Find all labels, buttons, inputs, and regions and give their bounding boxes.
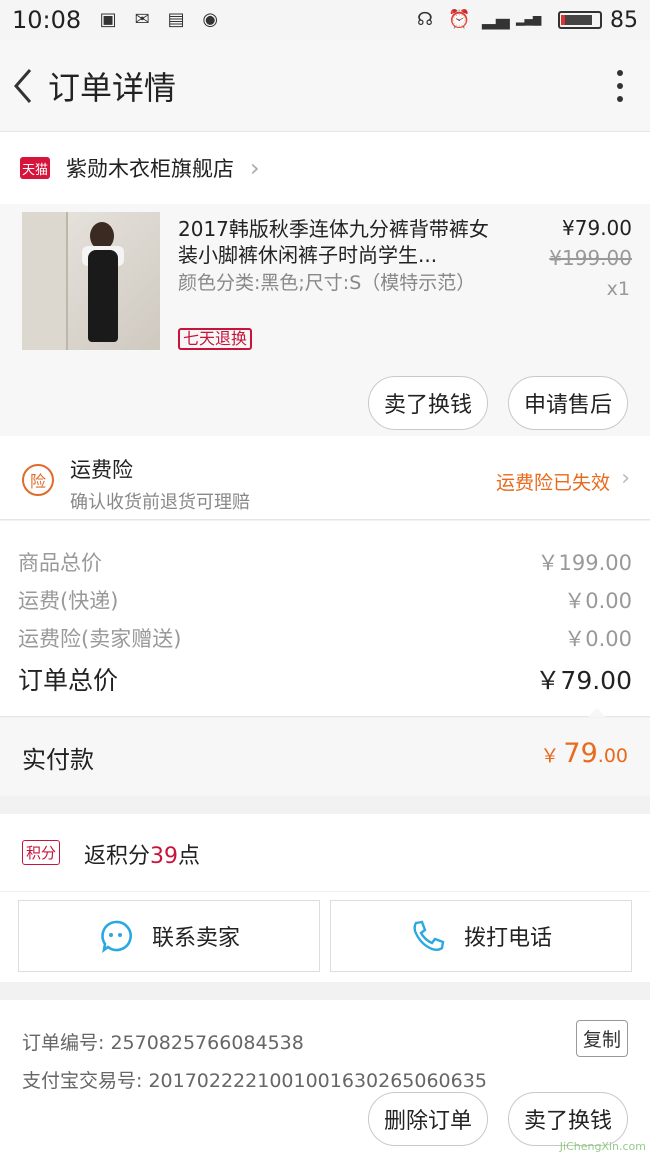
chevron-left-icon <box>14 68 32 103</box>
summary-row: 运费险(卖家赠送) ￥0.00 <box>18 623 632 653</box>
status-time: 10:08 <box>12 6 82 34</box>
headset-icon: ☊ <box>417 9 433 30</box>
battery-icon <box>558 11 602 29</box>
product-spec: 颜色分类:黑色;尺寸:S（模特示范） <box>178 272 476 294</box>
order-total-label: 订单总价 <box>18 666 119 695</box>
phone-icon <box>413 920 445 951</box>
image-icon: ▣ <box>99 9 117 30</box>
summary-value: ￥199.00 <box>537 551 632 575</box>
nav-bar: 订单详情 <box>0 40 650 132</box>
battery-level: 85 <box>610 7 638 33</box>
more-dot <box>617 69 623 76</box>
alarm-icon: ⏰ <box>448 9 471 30</box>
contact-seller-label: 联系卖家 <box>151 926 240 951</box>
summary-label: 运费险(卖家赠送) <box>18 627 182 651</box>
call-phone-label: 拨打电话 <box>463 926 552 951</box>
summary-value: ￥0.00 <box>564 589 632 613</box>
order-total-row: 订单总价 ￥79.00 <box>18 661 632 697</box>
page-title: 订单详情 <box>48 68 177 107</box>
shop-name: 紫勋木衣柜旗舰店 <box>66 157 234 181</box>
paid-currency: ￥ <box>540 745 560 767</box>
paid-integer: 79 <box>563 738 598 769</box>
insurance-subtitle: 确认收货前退货可理赔 <box>70 492 250 513</box>
watermark: JiChengXin.com <box>559 1140 646 1153</box>
after-sale-button[interactable]: 申请售后 <box>508 376 628 430</box>
product-original-price: ¥199.00 <box>549 246 632 270</box>
aperture-icon: ◉ <box>202 9 219 30</box>
shipping-insurance-row[interactable]: 险 运费险 确认收货前退货可理赔 运费险已失效 › <box>0 436 650 520</box>
order-info: 订单编号: 2570825766084538 复制 支付宝交易号: 201702… <box>0 1000 650 1155</box>
summary-label: 运费(快递) <box>18 589 119 613</box>
contact-row: 联系卖家 拨打电话 <box>0 892 650 982</box>
back-button[interactable] <box>0 40 46 132</box>
delete-order-button[interactable]: 删除订单 <box>368 1092 488 1146</box>
points-row: 积分 返积分39点 <box>0 814 650 892</box>
seven-day-return-badge: 七天退换 <box>178 328 253 350</box>
bottom-sell-button[interactable]: 卖了换钱 <box>508 1092 628 1146</box>
chevron-right-icon: › <box>621 466 630 491</box>
paid-decimal: .00 <box>597 745 628 767</box>
paid-amount-row: 实付款 ￥ 79.00 <box>0 718 650 796</box>
points-tag: 积分 <box>22 840 61 865</box>
order-total-value: ￥79.00 <box>535 666 632 695</box>
mail-icon: ✉ <box>134 9 150 30</box>
alipay-transaction-number: 支付宝交易号: 2017022221001001630265060635 <box>22 1070 487 1092</box>
product-image[interactable] <box>22 212 160 350</box>
insurance-status: 运费险已失效 <box>495 472 610 494</box>
more-dot <box>617 82 623 89</box>
product-price: ¥79.00 <box>562 216 632 240</box>
copy-button[interactable]: 复制 <box>575 1020 628 1057</box>
chat-bubble-icon <box>101 920 132 953</box>
insurance-title: 运费险 <box>70 458 133 482</box>
points-number: 39 <box>150 844 179 869</box>
price-summary: 商品总价 ￥199.00 运费(快递) ￥0.00 运费险(卖家赠送) ￥0.0… <box>0 521 650 717</box>
paid-label: 实付款 <box>22 746 94 774</box>
order-number: 订单编号: 2570825766084538 <box>22 1032 304 1054</box>
points-suffix: 点 <box>178 844 201 869</box>
summary-row: 运费(快递) ￥0.00 <box>18 585 632 615</box>
call-phone-button[interactable]: 拨打电话 <box>330 900 632 972</box>
order-item: 2017韩版秋季连体九分裤背带裤女装小脚裤休闲裤子时尚学生... 颜色分类:黑色… <box>0 204 650 436</box>
news-icon: ▤ <box>167 9 185 30</box>
status-bar: 10:08 ▣ ✉ ▤ ◉ ☊ ⏰ ▂▄ ▂▄▆ 85 <box>0 0 650 40</box>
tmall-badge: 天猫 <box>20 157 50 179</box>
summary-label: 商品总价 <box>18 551 102 575</box>
summary-value: ￥0.00 <box>564 627 632 651</box>
summary-row: 商品总价 ￥199.00 <box>18 547 632 577</box>
insurance-icon: 险 <box>22 464 54 496</box>
paid-amount: ￥ 79.00 <box>540 738 628 769</box>
contact-seller-button[interactable]: 联系卖家 <box>18 900 320 972</box>
product-quantity: x1 <box>606 278 630 300</box>
signal-4g-icon: ▂▄▆ <box>516 13 542 26</box>
shop-row[interactable]: 天猫 紫勋木衣柜旗舰店 › <box>0 132 650 204</box>
signal-icon: ▂▄ <box>482 9 510 30</box>
notch-indicator <box>588 708 606 717</box>
product-title[interactable]: 2017韩版秋季连体九分裤背带裤女装小脚裤休闲裤子时尚学生... <box>178 216 496 268</box>
more-menu-button[interactable] <box>590 40 650 132</box>
sell-button[interactable]: 卖了换钱 <box>368 376 488 430</box>
more-dot <box>617 95 623 102</box>
chevron-right-icon: › <box>250 154 260 182</box>
points-prefix: 返积分 <box>84 844 151 869</box>
points-text: 返积分39点 <box>84 838 200 870</box>
